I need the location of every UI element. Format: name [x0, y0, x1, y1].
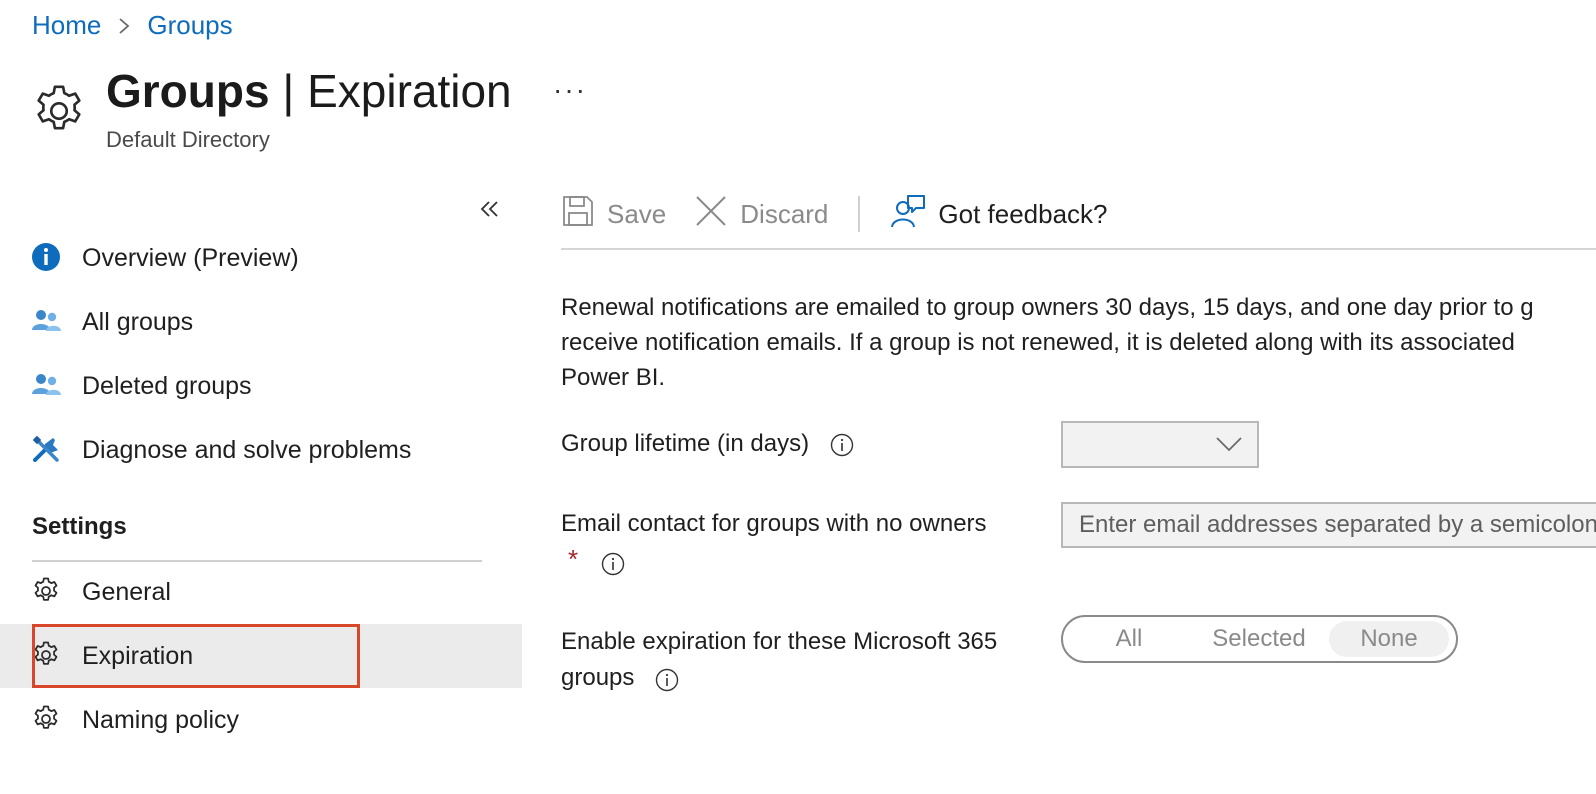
breadcrumb: Home Groups: [32, 10, 233, 41]
sidebar-item-label: Deleted groups: [82, 371, 252, 400]
page-title: Groups | Expiration: [106, 64, 512, 118]
required-indicator: *: [568, 544, 579, 574]
people-icon: [30, 369, 62, 401]
save-icon: [561, 194, 595, 235]
chevron-down-icon: [1215, 435, 1243, 458]
page-title-separator: |: [269, 65, 308, 117]
description-line: Renewal notifications are emailed to gro…: [561, 294, 1534, 321]
sidebar-item-naming-policy[interactable]: Naming policy: [0, 688, 522, 752]
info-icon: [30, 241, 62, 273]
expiration-option-none[interactable]: None: [1329, 621, 1449, 657]
wrench-icon: [30, 433, 62, 465]
command-toolbar: Save Discard Got feedback?: [561, 188, 1108, 240]
chevron-right-icon: [117, 16, 131, 36]
gear-icon: [30, 82, 88, 140]
enable-expiration-label: Enable expiration for these Microsoft 36…: [561, 624, 997, 696]
save-button[interactable]: Save: [561, 194, 666, 235]
close-icon: [694, 194, 728, 235]
group-lifetime-label-text: Group lifetime (in days): [561, 430, 810, 457]
description-line: Power BI.: [561, 364, 666, 391]
sidebar-item-all-groups[interactable]: All groups: [0, 290, 522, 354]
discard-label: Discard: [740, 198, 829, 229]
info-icon[interactable]: [601, 552, 625, 576]
page-title-main: Groups: [106, 65, 270, 117]
save-label: Save: [607, 198, 667, 229]
sidebar-item-expiration[interactable]: Expiration: [0, 624, 522, 688]
enable-expiration-label-line2: groups: [561, 664, 635, 691]
email-contact-label-extras: *: [568, 544, 625, 576]
group-lifetime-dropdown[interactable]: [1061, 421, 1259, 468]
sidebar-item-label: Expiration: [82, 641, 194, 670]
people-icon: [30, 305, 62, 337]
breadcrumb-home-link[interactable]: Home: [32, 10, 101, 41]
gear-icon: [30, 703, 62, 735]
sidebar-item-general[interactable]: General: [0, 560, 522, 624]
gear-icon: [30, 575, 62, 607]
expiration-description: Renewal notifications are emailed to gro…: [561, 290, 1596, 395]
more-options-button[interactable]: ···: [553, 74, 587, 106]
page-title-section: Expiration: [307, 65, 512, 117]
sidebar-item-diagnose[interactable]: Diagnose and solve problems: [0, 418, 522, 482]
expiration-option-all[interactable]: All: [1069, 621, 1189, 657]
sidebar-item-deleted-groups[interactable]: Deleted groups: [0, 354, 522, 418]
feedback-label: Got feedback?: [938, 198, 1108, 229]
sidebar-item-label: Overview (Preview): [82, 243, 299, 272]
expiration-option-selected[interactable]: Selected: [1189, 621, 1329, 657]
sidebar-item-label: Naming policy: [82, 705, 240, 734]
enable-expiration-label-line1: Enable expiration for these Microsoft 36…: [561, 628, 998, 655]
sidebar-item-overview[interactable]: Overview (Preview): [0, 226, 522, 290]
expiration-scope-toggle: All Selected None: [1061, 615, 1458, 663]
info-icon[interactable]: [830, 433, 854, 457]
sidebar-item-label: All groups: [82, 307, 194, 336]
toolbar-divider: [858, 196, 861, 232]
discard-button[interactable]: Discard: [694, 194, 828, 235]
double-chevron-left-icon: [480, 201, 498, 217]
breadcrumb-groups-link[interactable]: Groups: [147, 10, 232, 41]
info-icon[interactable]: [655, 667, 679, 691]
group-lifetime-label: Group lifetime (in days): [561, 430, 854, 458]
collapse-sidebar-button[interactable]: [477, 196, 503, 222]
gear-icon: [30, 639, 62, 671]
feedback-icon: [890, 194, 926, 235]
page-subtitle: Default Directory: [106, 127, 270, 152]
description-line: receive notification emails. If a group …: [561, 329, 1515, 356]
feedback-button[interactable]: Got feedback?: [890, 194, 1108, 235]
email-contact-label: Email contact for groups with no owners: [561, 510, 987, 537]
sidebar-item-label: Diagnose and solve problems: [82, 435, 412, 464]
sidebar-item-label: General: [82, 577, 171, 606]
toolbar-divider-line: [561, 248, 1596, 250]
email-contact-input[interactable]: [1061, 502, 1596, 548]
sidebar-section-settings: Settings: [32, 513, 127, 540]
